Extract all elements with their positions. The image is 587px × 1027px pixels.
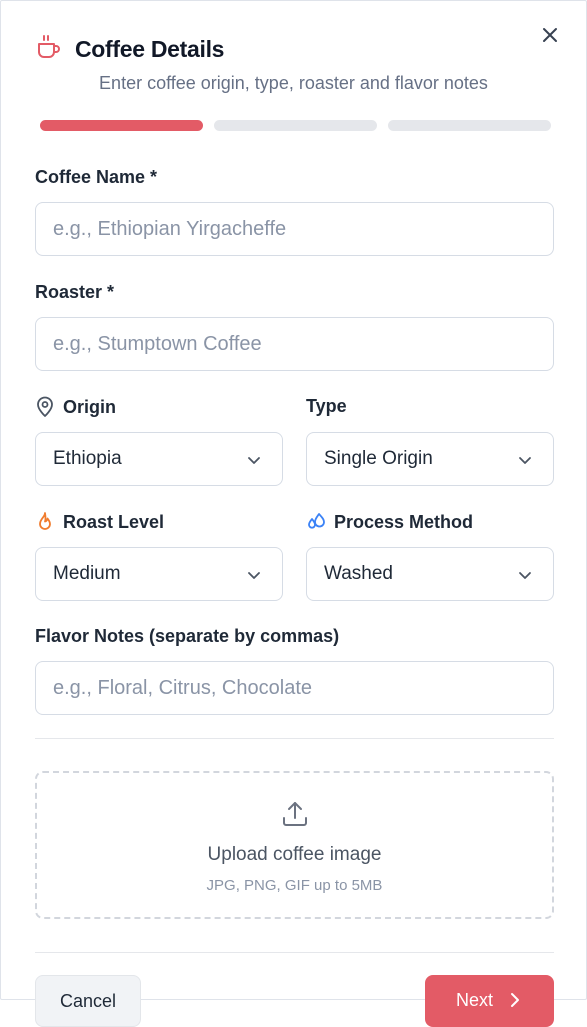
type-label-text: Type xyxy=(306,396,347,416)
process-method-value: Washed xyxy=(324,563,393,584)
flavor-notes-label: Flavor Notes (separate by commas) xyxy=(35,626,339,647)
roaster-input[interactable]: e.g., Stumptown Coffee xyxy=(35,317,554,371)
type-value: Single Origin xyxy=(324,448,433,469)
coffee-name-input[interactable]: e.g., Ethiopian Yirgacheffe xyxy=(35,202,554,256)
type-select[interactable]: Single Origin xyxy=(306,432,554,486)
chevron-down-icon xyxy=(519,457,531,464)
image-upload-dropzone[interactable]: Upload coffee image JPG, PNG, GIF up to … xyxy=(35,771,554,919)
roast-level-label: Roast Level xyxy=(35,511,164,533)
roaster-placeholder: e.g., Stumptown Coffee xyxy=(53,332,262,355)
cancel-button[interactable]: Cancel xyxy=(35,975,141,1027)
coffee-name-label: Coffee Name * xyxy=(35,167,157,188)
roaster-label: Roaster * xyxy=(35,282,114,303)
upload-title: Upload coffee image xyxy=(207,844,382,865)
coffee-details-modal: Coffee Details Enter coffee origin, type… xyxy=(0,0,587,1027)
step-progress xyxy=(40,120,551,131)
step-indicator-3 xyxy=(388,120,551,131)
type-label: Type xyxy=(306,396,347,417)
origin-label-text: Origin xyxy=(63,396,116,417)
roaster-label-text: Roaster * xyxy=(35,282,115,302)
step-indicator-1 xyxy=(40,120,203,131)
origin-label: Origin xyxy=(35,396,116,418)
chevron-down-icon xyxy=(519,572,531,579)
page-title: Coffee Details xyxy=(75,36,225,62)
page-subtitle: Enter coffee origin, type, roaster and f… xyxy=(99,73,488,93)
process-method-select[interactable]: Washed xyxy=(306,547,554,601)
close-icon xyxy=(543,28,557,42)
upload-hint: JPG, PNG, GIF up to 5MB xyxy=(206,877,383,894)
coffee-name-placeholder: e.g., Ethiopian Yirgacheffe xyxy=(53,217,287,240)
process-method-label-text: Process Method xyxy=(334,511,474,532)
roast-level-select[interactable]: Medium xyxy=(35,547,283,601)
footer-divider xyxy=(35,952,554,953)
roast-level-value: Medium xyxy=(53,563,121,584)
flame-icon xyxy=(39,512,51,530)
chevron-right-icon xyxy=(511,993,519,1007)
chevron-down-icon xyxy=(248,457,260,464)
chevron-down-icon xyxy=(248,572,260,579)
coffee-name-label-text: Coffee Name * xyxy=(35,167,158,187)
roast-level-label-text: Roast Level xyxy=(63,511,165,532)
coffee-cup-icon xyxy=(35,33,63,66)
close-button[interactable] xyxy=(538,23,562,47)
cancel-button-label: Cancel xyxy=(59,991,117,1011)
header: Coffee Details xyxy=(35,33,224,66)
step-indicator-2 xyxy=(214,120,377,131)
droplets-icon xyxy=(308,513,325,529)
flavor-notes-label-text: Flavor Notes (separate by commas) xyxy=(35,626,340,646)
process-method-label: Process Method xyxy=(306,511,473,533)
divider xyxy=(35,738,554,739)
next-button[interactable]: Next xyxy=(425,975,554,1027)
flavor-notes-placeholder: e.g., Floral, Citrus, Chocolate xyxy=(53,676,312,699)
map-pin-icon xyxy=(37,396,53,417)
origin-value: Ethiopia xyxy=(53,448,122,469)
flavor-notes-input[interactable]: e.g., Floral, Citrus, Chocolate xyxy=(35,661,554,715)
origin-select[interactable]: Ethiopia xyxy=(35,432,283,486)
upload-icon xyxy=(283,802,307,826)
next-button-label: Next xyxy=(455,990,493,1010)
